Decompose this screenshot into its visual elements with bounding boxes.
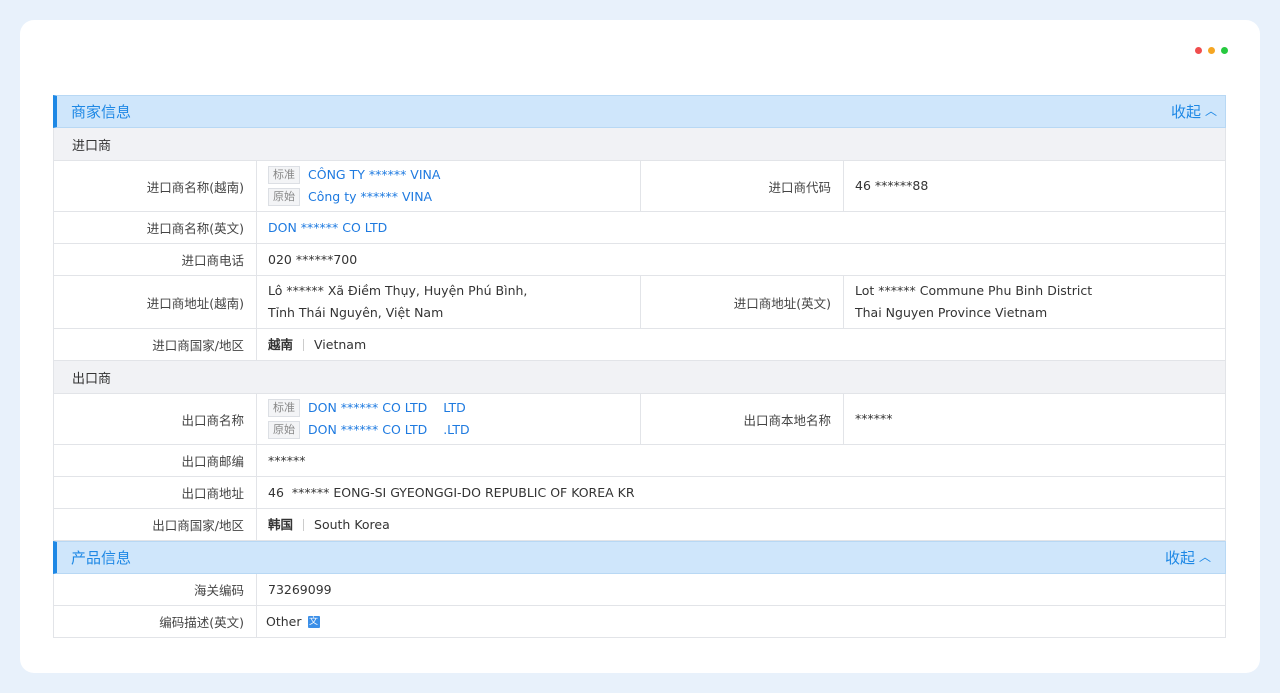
field-label: 进口商代码 bbox=[641, 161, 844, 211]
product-collapse-button[interactable]: 收起 ︿ bbox=[1165, 547, 1211, 568]
importer-name-vn-standard-link[interactable]: CÔNG TY ****** VINA bbox=[308, 164, 440, 186]
red-dot-icon[interactable] bbox=[1195, 47, 1202, 54]
importer-group-header: 进口商 bbox=[53, 128, 1226, 161]
field-label: 进口商地址(越南) bbox=[54, 276, 257, 328]
address-line: Thai Nguyen Province Vietnam bbox=[855, 305, 1048, 320]
field-label: 出口商邮编 bbox=[54, 445, 257, 476]
original-tag: 原始 bbox=[268, 421, 300, 439]
info-sheet: 商家信息 收起 ︿ 进口商 进口商名称(越南) 标准 CÔNG TY *****… bbox=[53, 95, 1226, 638]
importer-name-vn-original-link[interactable]: Công ty ****** VINA bbox=[308, 186, 432, 208]
product-section-header: 产品信息 收起 ︿ bbox=[53, 541, 1226, 574]
translate-icon[interactable]: 文 bbox=[307, 615, 320, 628]
divider bbox=[303, 518, 305, 531]
importer-phone-row: 进口商电话 020 ******700 bbox=[53, 244, 1226, 276]
yellow-dot-icon[interactable] bbox=[1208, 47, 1215, 54]
field-label: 进口商名称(英文) bbox=[54, 212, 257, 243]
merchant-collapse-button[interactable]: 收起 ︿ bbox=[1171, 101, 1217, 122]
hs-code-row: 海关编码 73269099 bbox=[53, 574, 1226, 606]
product-section-title: 产品信息 bbox=[71, 549, 132, 567]
exporter-local-name-value: ****** bbox=[855, 411, 893, 426]
field-label: 编码描述(英文) bbox=[54, 606, 257, 637]
exporter-postal-row: 出口商邮编 ****** bbox=[53, 445, 1226, 477]
importer-phone-value: 020 ******700 bbox=[268, 251, 358, 267]
hs-code-value: 73269099 bbox=[268, 581, 332, 597]
standard-tag: 标准 bbox=[268, 166, 300, 184]
chevron-up-icon: ︿ bbox=[1204, 104, 1217, 118]
importer-country-value: 越南 Vietnam bbox=[268, 334, 1225, 356]
importer-address-en-value: Lot ****** Commune Phu Binh District Tha… bbox=[844, 276, 1225, 328]
code-desc-row: 编码描述(英文) Other 文 bbox=[53, 606, 1226, 638]
importer-name-vn-value: 标准 CÔNG TY ****** VINA 原始 Công ty ******… bbox=[257, 161, 641, 211]
exporter-country-row: 出口商国家/地区 韩国 South Korea bbox=[53, 509, 1226, 541]
code-desc-value: Other bbox=[266, 613, 302, 629]
exporter-address-value: 46 ****** EONG-SI GYEONGGI-DO REPUBLIC O… bbox=[268, 484, 635, 500]
exporter-address-row: 出口商地址 46 ****** EONG-SI GYEONGGI-DO REPU… bbox=[53, 477, 1226, 509]
address-line: Tỉnh Thái Nguyên, Việt Nam bbox=[268, 305, 444, 320]
country-en: South Korea bbox=[314, 516, 390, 532]
exporter-name-standard-link[interactable]: DON ****** CO LTD LTD bbox=[308, 397, 466, 419]
field-label: 进口商名称(越南) bbox=[54, 161, 257, 211]
collapse-label: 收起 bbox=[1164, 549, 1195, 567]
field-label: 进口商国家/地区 bbox=[54, 329, 257, 360]
field-label: 进口商电话 bbox=[54, 244, 257, 275]
exporter-country-value: 韩国 South Korea bbox=[268, 514, 1225, 536]
exporter-name-value: 标准 DON ****** CO LTD LTD 原始 DON ****** C… bbox=[257, 394, 641, 444]
importer-country-row: 进口商国家/地区 越南 Vietnam bbox=[53, 329, 1226, 361]
country-cn: 韩国 bbox=[268, 516, 294, 532]
importer-name-en-link[interactable]: DON ****** CO LTD bbox=[268, 217, 1225, 239]
importer-name-vn-row: 进口商名称(越南) 标准 CÔNG TY ****** VINA 原始 Công… bbox=[53, 161, 1226, 212]
original-tag: 原始 bbox=[268, 188, 300, 206]
divider bbox=[303, 338, 305, 351]
importer-code-value: 46 ******88 bbox=[855, 178, 929, 193]
country-en: Vietnam bbox=[314, 336, 367, 352]
importer-address-vn-value: Lô ****** Xã Điềm Thụy, Huyện Phú Bình, … bbox=[257, 276, 641, 328]
exporter-name-row: 出口商名称 标准 DON ****** CO LTD LTD 原始 DON **… bbox=[53, 394, 1226, 445]
field-label: 出口商地址 bbox=[54, 477, 257, 508]
window-dots bbox=[1195, 47, 1228, 54]
merchant-section-title: 商家信息 bbox=[71, 103, 132, 121]
address-line: Lô ****** Xã Điềm Thụy, Huyện Phú Bình, bbox=[268, 283, 528, 298]
exporter-name-original-link[interactable]: DON ****** CO LTD .LTD bbox=[308, 419, 470, 441]
field-label: 进口商地址(英文) bbox=[641, 276, 844, 328]
main-card: 商家信息 收起 ︿ 进口商 进口商名称(越南) 标准 CÔNG TY *****… bbox=[20, 20, 1260, 673]
collapse-label: 收起 bbox=[1170, 103, 1201, 121]
exporter-group-header: 出口商 bbox=[53, 361, 1226, 394]
country-cn: 越南 bbox=[268, 336, 294, 352]
exporter-postal-value: ****** bbox=[268, 452, 306, 468]
address-line: Lot ****** Commune Phu Binh District bbox=[855, 283, 1093, 298]
importer-address-row: 进口商地址(越南) Lô ****** Xã Điềm Thụy, Huyện … bbox=[53, 276, 1226, 329]
green-dot-icon[interactable] bbox=[1221, 47, 1228, 54]
merchant-section-header: 商家信息 收起 ︿ bbox=[53, 95, 1226, 128]
field-label: 海关编码 bbox=[54, 574, 257, 605]
chevron-up-icon: ︿ bbox=[1198, 550, 1211, 564]
field-label: 出口商本地名称 bbox=[641, 394, 844, 444]
field-label: 出口商国家/地区 bbox=[54, 509, 257, 540]
standard-tag: 标准 bbox=[268, 399, 300, 417]
importer-name-en-row: 进口商名称(英文) DON ****** CO LTD bbox=[53, 212, 1226, 244]
field-label: 出口商名称 bbox=[54, 394, 257, 444]
